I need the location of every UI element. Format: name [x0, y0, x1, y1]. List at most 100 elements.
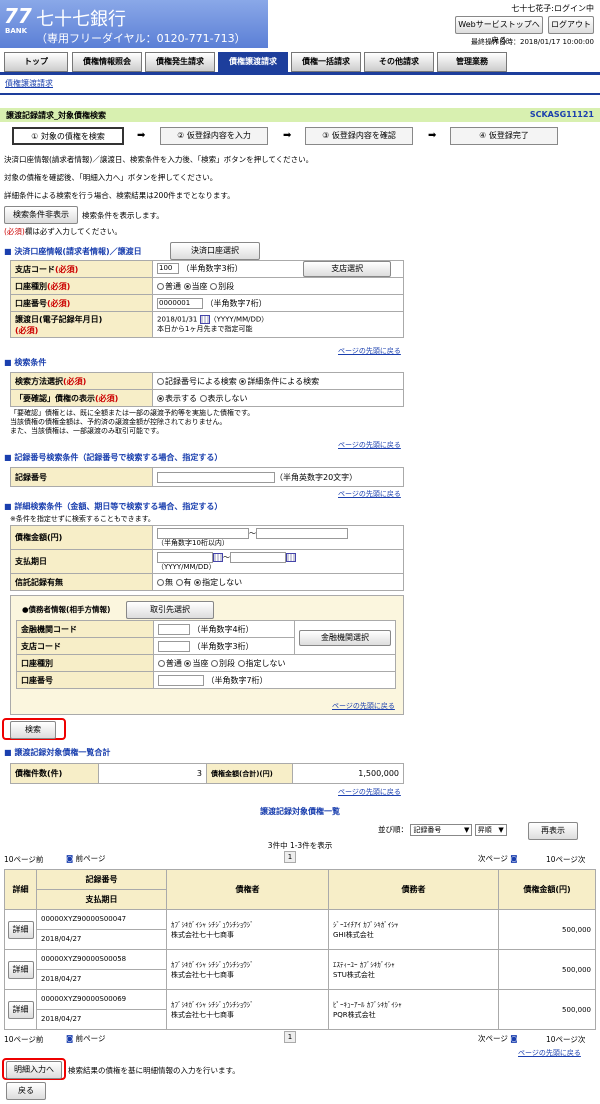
header-due: 支払期日 — [36, 889, 167, 910]
detail-button[interactable]: 詳細 — [7, 920, 34, 939]
branch-select-button[interactable]: 支店選択 — [303, 261, 392, 277]
amount-hint: （半角数字10桁以内） — [157, 538, 229, 547]
web-service-top-button[interactable]: Webサービストップへ戻る — [455, 16, 543, 45]
order-select[interactable]: 昇順 ▼ — [474, 824, 507, 836]
tab-bulk-request[interactable]: 債権一括請求 — [291, 52, 361, 72]
radio-display[interactable] — [157, 394, 164, 402]
debtor-number-hint: （半角数字7桁） — [206, 675, 268, 685]
back-to-top-link[interactable]: ページの先頭に戻る — [338, 440, 401, 450]
required-mark: (必須) — [47, 298, 71, 308]
radio-search-by-record[interactable] — [157, 377, 164, 385]
count-value: 3 — [98, 763, 207, 784]
radio-unspecified[interactable] — [237, 659, 245, 667]
account-select-button[interactable]: 決済口座選択 — [170, 242, 260, 260]
account-number-hint: （半角数字7桁） — [205, 298, 267, 308]
sort-select[interactable]: 記録番号 ▼ — [410, 824, 473, 836]
radio-betsudan[interactable] — [211, 659, 218, 667]
tab-top[interactable]: トップ — [4, 52, 68, 72]
back-to-top-link[interactable]: ページの先頭に戻る — [338, 787, 401, 797]
due-hint: （YYYY/MM/DD） — [157, 562, 216, 571]
radio-label: 普通 — [165, 281, 181, 291]
radio-trust-none[interactable] — [157, 578, 164, 586]
radio-futsu[interactable] — [157, 659, 165, 667]
debtor-name: GHI株式会社 — [333, 930, 374, 939]
record-form: 記録番号 （半角英数字20文字） — [10, 467, 404, 487]
prev-page-label: 前ページ — [75, 1034, 106, 1043]
tab-management[interactable]: 管理業務 — [437, 52, 507, 72]
search-button[interactable]: 検索 — [10, 721, 56, 739]
debtor-number-input[interactable] — [157, 674, 204, 686]
tab-claim-issue[interactable]: 債権発生請求 — [145, 52, 215, 72]
section-title-search: 検索条件 — [4, 357, 46, 368]
toll-free-number: （専用フリーダイヤル：0120-771-713） — [36, 32, 246, 45]
radio-label: 当座 — [192, 658, 209, 668]
amount-to-input[interactable] — [256, 527, 348, 539]
tab-other-request[interactable]: その他請求 — [364, 52, 434, 72]
radio-toza[interactable] — [183, 282, 191, 290]
chevron-down-icon: ▼ — [498, 826, 504, 834]
required-mark: (必須) — [63, 376, 87, 386]
breadcrumb[interactable]: 債権譲渡請求 — [5, 78, 53, 89]
logout-button[interactable]: ログアウト — [548, 16, 594, 34]
radio-toza[interactable] — [184, 659, 192, 667]
bank-select-button[interactable]: 金融機関選択 — [299, 629, 391, 646]
radio-hide[interactable] — [199, 394, 207, 402]
account-number-input[interactable]: 0000001 — [157, 297, 203, 309]
detail-input-text: 検索結果の債権を基に明細情報の入力を行います。 — [68, 1066, 240, 1075]
tab-claim-transfer[interactable]: 債権譲渡請求 — [218, 52, 288, 72]
amount-from-input[interactable] — [157, 527, 249, 539]
radio-label: 詳細条件による検索 — [247, 376, 320, 386]
account-form: 支店コード(必須) 100 （半角数字3桁） 支店選択 口座種別(必須) 普通 … — [10, 260, 404, 338]
prev-icon: ◙ — [66, 1034, 74, 1043]
back-button[interactable]: 戻る — [6, 1082, 46, 1100]
detail-button[interactable]: 詳細 — [7, 960, 34, 979]
toggle-search-conditions-button[interactable]: 検索条件非表示 — [4, 206, 78, 224]
detail-input-button[interactable]: 明細入力へ — [6, 1061, 62, 1079]
next-page-link[interactable]: 次ページ ◙ — [478, 853, 518, 864]
partner-select-button[interactable]: 取引先選択 — [126, 601, 214, 619]
bank-code-input[interactable] — [157, 623, 190, 635]
calendar-icon[interactable] — [213, 552, 223, 562]
search-note-2: 当該債権の債権金額は、予約済の譲渡金額が控除されておりません。 — [10, 418, 227, 426]
search-note-3: また、当該債権は、一部譲渡のみ取引可能です。 — [10, 427, 164, 435]
tab-claim-inquiry[interactable]: 債権情報照会 — [72, 52, 142, 72]
record-number-input[interactable] — [157, 471, 275, 483]
display-label: 「要確認」債権の表示 — [15, 393, 95, 403]
prev-page-link[interactable]: ◙ 前ページ — [66, 1033, 106, 1044]
creditor-name: 株式会社七十七商事 — [171, 930, 234, 939]
radio-trust-yes[interactable] — [175, 578, 183, 586]
prev-10-pages: 10ページ前 — [4, 855, 44, 864]
next-page-label: 次ページ — [478, 1034, 508, 1043]
transfer-date-input[interactable]: 2018/01/31 — [157, 316, 197, 324]
radio-search-by-detail[interactable] — [239, 377, 247, 385]
back-to-top-link[interactable]: ページの先頭に戻る — [338, 346, 401, 356]
instruction-3: 詳細条件による検索を行う場合、検索結果は200件までとなります。 — [4, 191, 235, 200]
calendar-icon[interactable] — [286, 552, 296, 562]
logo-number: 77 — [4, 4, 32, 28]
main-tabs: トップ 債権情報照会 債権発生請求 債権譲渡請求 債権一括請求 その他請求 管理… — [0, 52, 600, 72]
debtor-branch-input[interactable] — [157, 640, 190, 652]
account-number-label: 口座番号 — [15, 298, 47, 308]
debtor-title: ●債務者情報(相手方情報) — [22, 605, 111, 614]
radio-trust-unspecified[interactable] — [194, 578, 202, 586]
page-number[interactable]: 1 — [284, 851, 296, 863]
required-mark: (必須) — [47, 281, 71, 291]
radio-betsudan[interactable] — [210, 282, 218, 290]
prev-page-link[interactable]: ◙ 前ページ — [66, 853, 106, 864]
back-to-top-link[interactable]: ページの先頭に戻る — [332, 701, 395, 711]
resort-button[interactable]: 再表示 — [528, 822, 578, 840]
radio-label: 記録番号による検索 — [165, 376, 237, 386]
amount: 500,000 — [498, 949, 596, 990]
due-from-input[interactable] — [157, 551, 213, 563]
next-page-link[interactable]: 次ページ ◙ — [478, 1033, 518, 1044]
calendar-icon[interactable] — [199, 315, 210, 325]
due-to-input[interactable] — [230, 551, 286, 563]
detail-button[interactable]: 詳細 — [7, 1000, 34, 1019]
back-to-top-link[interactable]: ページの先頭に戻る — [518, 1048, 581, 1058]
radio-futsu[interactable] — [157, 282, 164, 290]
record-number-label: 記録番号 — [10, 467, 153, 487]
back-to-top-link[interactable]: ページの先頭に戻る — [338, 489, 401, 499]
branch-code-input[interactable]: 100 — [157, 263, 179, 274]
page-number[interactable]: 1 — [284, 1031, 296, 1043]
order-value: 昇順 — [477, 826, 492, 834]
